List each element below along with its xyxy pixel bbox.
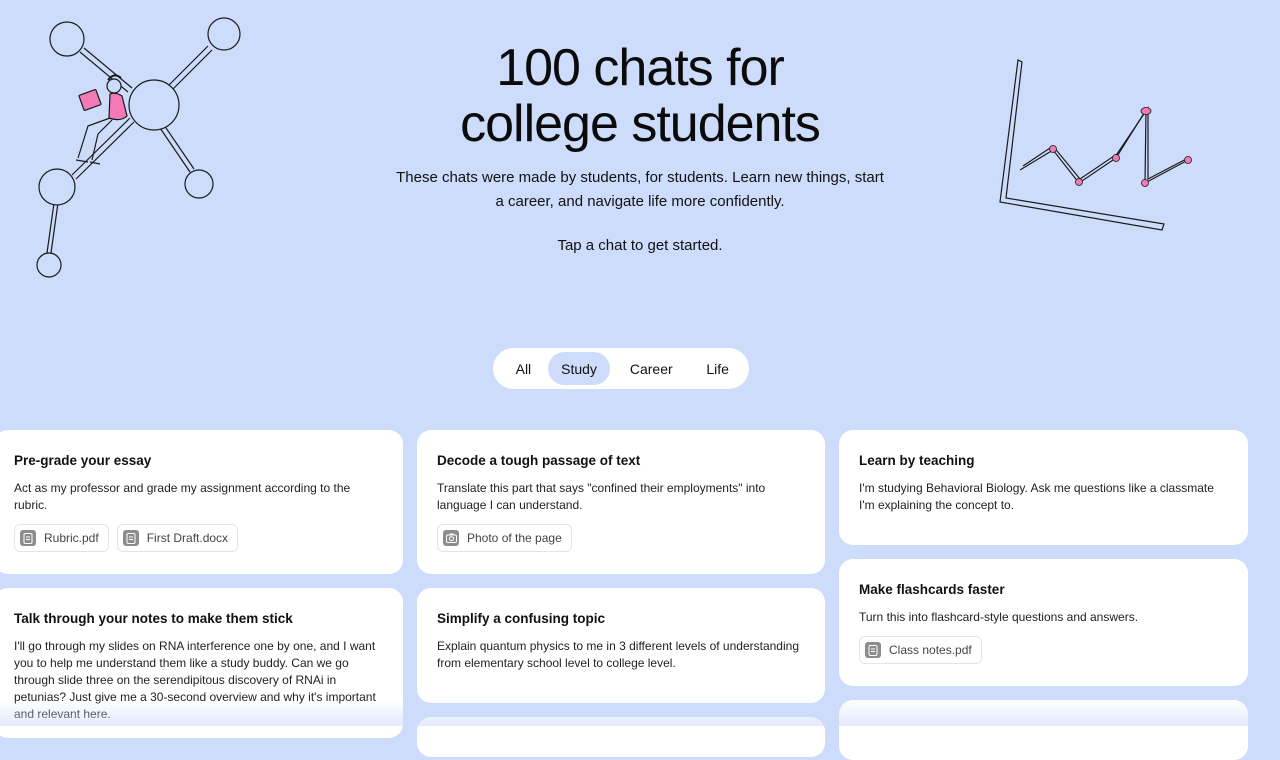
card-title: Pre-grade your essay: [14, 453, 152, 468]
card-description: I'm studying Behavioral Biology. Ask me …: [859, 481, 1214, 512]
tab-all[interactable]: All: [499, 352, 548, 385]
attachment-chip: Class notes.pdf: [859, 636, 982, 664]
card-title: Learn by teaching: [859, 453, 975, 468]
card-description: Act as my professor and grade my assignm…: [14, 481, 351, 512]
attachment-label: First Draft.docx: [146, 531, 229, 545]
chat-card[interactable]: Pre-grade your essay Act as my professor…: [0, 430, 403, 574]
chat-card[interactable]: Learn by teaching I'm studying Behaviora…: [839, 430, 1248, 545]
camera-icon: [443, 530, 459, 546]
page-title-line2: college students: [460, 95, 821, 153]
attachment-chip: First Draft.docx: [116, 524, 239, 552]
document-icon: [122, 530, 139, 546]
tab-career[interactable]: Career: [610, 352, 692, 385]
page-title: 100 chats for college students: [0, 40, 1280, 152]
page-cta: Tap a chat to get started.: [557, 237, 723, 254]
card-description: Explain quantum physics to me in 3 diffe…: [437, 639, 799, 670]
attachment-label: Photo of the page: [467, 531, 562, 545]
chat-card[interactable]: Decode a tough passage of text Translate…: [417, 430, 825, 574]
page-subtitle: These chats were made by students, for s…: [396, 169, 884, 210]
bottom-fade: [0, 700, 1280, 726]
attachment-label: Rubric.pdf: [44, 531, 99, 545]
card-title: Make flashcards faster: [859, 582, 1005, 597]
card-description: Turn this into flashcard-style questions…: [859, 610, 1139, 624]
tab-study[interactable]: Study: [547, 352, 611, 385]
attachment-chip: Photo of the page: [437, 524, 572, 552]
document-icon: [865, 642, 881, 658]
page-title-line1: 100 chats for: [496, 39, 785, 97]
chat-card[interactable]: Simplify a confusing topic Explain quant…: [417, 588, 825, 703]
attachment-chip: Rubric.pdf: [14, 524, 109, 552]
document-icon: [20, 530, 36, 546]
chat-card[interactable]: Make flashcards faster Turn this into fl…: [839, 559, 1248, 686]
card-title: Simplify a confusing topic: [437, 611, 606, 626]
card-title: Talk through your notes to make them sti…: [14, 611, 293, 626]
attachment-label: Class notes.pdf: [889, 643, 972, 657]
card-title: Decode a tough passage of text: [437, 453, 641, 468]
tab-life[interactable]: Life: [692, 352, 743, 385]
card-description: Translate this part that says "confined …: [437, 481, 766, 512]
category-filter-bar: All Study Career Life: [493, 348, 749, 389]
